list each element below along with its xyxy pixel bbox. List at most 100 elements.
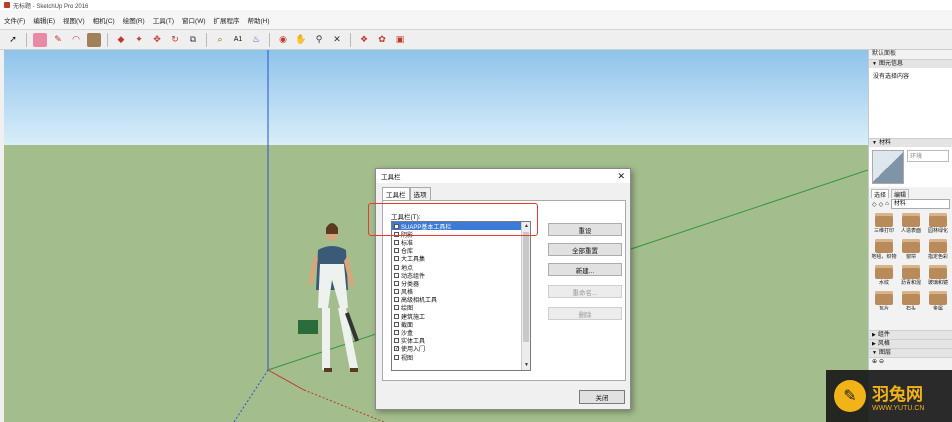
orbit-icon[interactable]: ◉ [276, 33, 290, 47]
toolbar-checkbox[interactable] [394, 305, 399, 311]
back-icon[interactable]: ◇ [872, 201, 877, 208]
delete-button[interactable]: 删除 [548, 307, 622, 320]
move-icon[interactable]: ✥ [150, 33, 164, 47]
toolbar-checkbox[interactable] [394, 330, 399, 336]
toolbar-checkbox[interactable] [394, 354, 399, 360]
tab-options[interactable]: 选项 [409, 187, 431, 200]
layers-header[interactable]: ▼ 图层 [869, 348, 952, 357]
dialog-title: 工具栏 [381, 174, 401, 181]
folder-icon [929, 265, 947, 279]
material-folder[interactable]: 水纹 [871, 264, 897, 289]
red-axis [267, 369, 305, 391]
materials-grid: 三维打印 人造表面 园林绿化 地毯，织物 窗帘 指定色彩 水纹 沥青和混 玻璃和… [869, 210, 952, 310]
toolbar-checkbox[interactable] [394, 272, 399, 278]
toolbar-checkbox[interactable] [394, 297, 399, 303]
tab-toolbars[interactable]: 工具栏 [382, 187, 410, 200]
entity-info-panel: 没有选择内容 [869, 68, 952, 138]
text-icon[interactable]: A1 [231, 33, 245, 47]
material-folder[interactable]: 园林绿化 [925, 212, 951, 237]
toolbar-checkbox[interactable] [394, 264, 399, 270]
dialog-title-bar[interactable]: 工具栏 ✕ [376, 169, 630, 183]
menu-help[interactable]: 帮助(H) [248, 15, 270, 25]
toolbar-checkbox[interactable] [394, 338, 399, 344]
eraser-icon[interactable] [33, 32, 47, 47]
material-swatch[interactable] [872, 150, 904, 184]
material-folder[interactable]: 窗帘 [898, 238, 924, 263]
scale-icon[interactable]: ⧉ [186, 33, 200, 47]
remove-layer-icon[interactable]: ⊖ [879, 358, 884, 366]
arc-icon[interactable]: ◠ [69, 33, 83, 47]
human-figure[interactable] [298, 223, 360, 372]
menu-file[interactable]: 文件(F) [4, 15, 25, 25]
sketchup-logo-icon [4, 2, 10, 8]
menu-edit[interactable]: 编辑(E) [33, 15, 55, 25]
add-layer-icon[interactable]: ⊕ [872, 358, 877, 366]
material-folder[interactable]: 石头 [898, 290, 924, 310]
title-bar: 无标题 - SketchUp Pro 2016 [0, 0, 952, 10]
material-folder[interactable]: 玻璃和镜 [925, 264, 951, 289]
toolbar-checkbox[interactable]: ✓ [394, 346, 399, 352]
toolbar-checkbox[interactable] [394, 289, 399, 295]
menu-draw[interactable]: 绘图(R) [123, 15, 145, 25]
entity-info-header[interactable]: ▼ 图元信息 [869, 59, 952, 68]
toolbar-list-item[interactable]: 视图 [392, 353, 522, 362]
toolbar-checkbox[interactable] [394, 248, 399, 254]
toolbar-checkbox[interactable] [394, 256, 399, 262]
close-button[interactable]: 关闭 [579, 390, 625, 404]
toolbar-checkbox[interactable] [394, 313, 399, 319]
model-info-icon[interactable]: ▣ [393, 33, 407, 47]
pencil-icon[interactable]: ✎ [51, 33, 65, 47]
toolbar-checkbox[interactable] [394, 280, 399, 286]
tab-edit[interactable]: 编辑 [891, 189, 910, 199]
tape-icon[interactable]: ⌕ [213, 33, 227, 47]
reset-button[interactable]: 重设 [548, 223, 622, 236]
home-icon[interactable]: ⌂ [885, 201, 889, 207]
materials-header[interactable]: ▼ 材料 [869, 138, 952, 147]
material-name-field[interactable]: 环境 [907, 150, 949, 162]
toolbar-checkbox[interactable] [394, 321, 399, 327]
shape-icon[interactable] [87, 32, 101, 47]
menu-extensions[interactable]: 扩展程序 [214, 15, 240, 25]
menu-tools[interactable]: 工具(T) [153, 15, 174, 25]
new-button[interactable]: 新建... [548, 263, 622, 276]
menu-camera[interactable]: 相机(C) [93, 15, 115, 25]
menu-window[interactable]: 窗口(W) [182, 15, 205, 25]
toolbar-checkbox[interactable] [394, 239, 399, 245]
follow-me-icon[interactable]: ✦ [132, 33, 146, 47]
dialog-tabs: 工具栏 选项 [382, 187, 431, 200]
material-folder[interactable]: 金属 [925, 290, 951, 310]
material-folder[interactable]: 三维打印 [871, 212, 897, 237]
close-icon[interactable]: ✕ [617, 171, 625, 181]
zoom-icon[interactable]: ⚲ [312, 33, 326, 47]
paint-icon[interactable]: ♨ [249, 33, 263, 47]
tab-select[interactable]: 选择 [871, 189, 890, 199]
expand-triangle-icon: ▶ [872, 341, 876, 347]
collection-select[interactable]: 材料 [890, 199, 950, 209]
push-pull-icon[interactable]: ◆ [114, 33, 128, 47]
extension-icon[interactable]: ✿ [375, 33, 389, 47]
components-header[interactable]: ▶ 组件 [869, 330, 952, 339]
collapse-triangle-icon: ▼ [872, 140, 877, 146]
list-scrollbar[interactable]: ▲ ▼ [521, 222, 530, 370]
rotate-icon[interactable]: ↻ [168, 33, 182, 47]
rename-button[interactable]: 重命名... [548, 285, 622, 298]
material-folder[interactable]: 沥青和混 [898, 264, 924, 289]
select-icon[interactable]: ➚ [6, 33, 20, 47]
reset-all-button[interactable]: 全部重置 [548, 243, 622, 256]
scroll-thumb[interactable] [523, 232, 529, 342]
folder-icon [902, 213, 920, 227]
forward-icon[interactable]: ◇ [879, 201, 884, 208]
material-folder[interactable]: 瓦片 [871, 290, 897, 310]
material-folder[interactable]: 地毯，织物 [871, 238, 897, 263]
material-folder[interactable]: 人造表面 [898, 212, 924, 237]
zoom-extents-icon[interactable]: ✕ [330, 33, 344, 47]
warehouse-icon[interactable]: ❖ [357, 33, 371, 47]
menu-view[interactable]: 视图(V) [63, 15, 85, 25]
materials-tabs: 选择 编辑 [869, 187, 952, 199]
scroll-down-icon[interactable]: ▼ [522, 361, 530, 370]
pan-icon[interactable]: ✋ [294, 33, 308, 47]
material-folder[interactable]: 指定色彩 [925, 238, 951, 263]
blue-axis-negative [233, 369, 269, 422]
styles-header[interactable]: ▶ 风格 [869, 339, 952, 348]
toolbar-list[interactable]: SUAPP基本工具栏 阴影 标准 仓库 大工具集 地点 动态组件 分类器 风格 高级相机工具 绘图建… [391, 221, 531, 371]
